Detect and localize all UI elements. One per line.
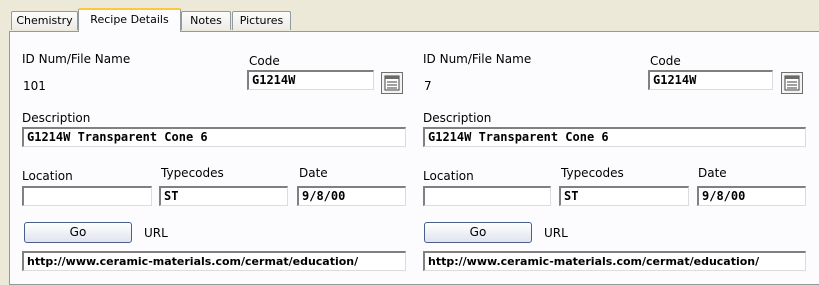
id-num-label: ID Num/File Name [22,52,131,66]
code-label: Code [650,54,681,68]
id-num-label: ID Num/File Name [423,52,532,66]
go-button[interactable]: Go [424,222,532,243]
url-field[interactable]: http://www.ceramic-materials.com/cermat/… [22,251,406,271]
description-label: Description [22,111,91,125]
code-field[interactable]: G1214W [247,70,374,90]
tab-recipe-details[interactable]: Recipe Details [78,8,181,32]
id-num-value: 101 [23,79,46,93]
url-field[interactable]: http://www.ceramic-materials.com/cermat/… [423,251,806,271]
location-label: Location [423,169,474,183]
date-field[interactable]: 9/8/00 [297,186,406,206]
typecodes-label: Typecodes [161,166,224,180]
url-label: URL [544,226,568,240]
go-button[interactable]: Go [24,222,132,243]
location-field[interactable] [22,186,152,206]
code-picker-button[interactable] [781,72,803,94]
typecodes-label: Typecodes [561,166,624,180]
location-field[interactable] [423,186,551,206]
code-label: Code [249,54,280,68]
tab-notes[interactable]: Notes [181,11,231,30]
tab-pictures[interactable]: Pictures [232,11,291,30]
id-num-value: 7 [424,79,432,93]
description-field[interactable]: G1214W Transparent Cone 6 [423,127,806,147]
table-icon [384,75,400,91]
description-label: Description [423,111,492,125]
table-icon [784,75,800,91]
date-field[interactable]: 9/8/00 [697,186,806,206]
location-label: Location [22,169,73,183]
date-label: Date [299,166,328,180]
typecodes-field[interactable]: ST [159,186,288,206]
code-field[interactable]: G1214W [648,70,773,90]
date-label: Date [698,166,727,180]
tab-chemistry[interactable]: Chemistry [11,11,78,30]
typecodes-field[interactable]: ST [559,186,689,206]
description-field[interactable]: G1214W Transparent Cone 6 [22,127,406,147]
code-picker-button[interactable] [381,72,403,94]
tab-strip: Chemistry Recipe Details Notes Pictures [0,0,819,32]
url-label: URL [144,226,168,240]
